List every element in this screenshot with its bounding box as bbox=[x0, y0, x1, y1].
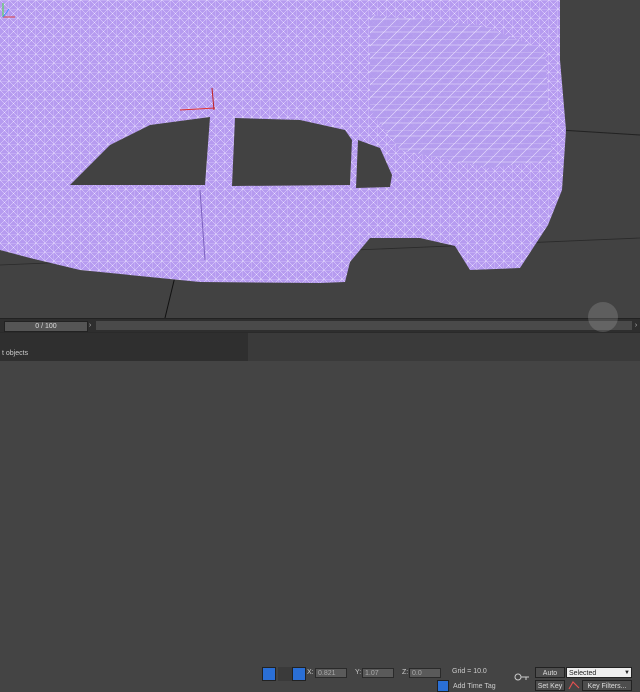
chevron-right-icon[interactable]: › bbox=[86, 322, 94, 330]
chevron-down-icon: ▼ bbox=[624, 670, 630, 676]
curve-icon[interactable] bbox=[568, 680, 580, 691]
axis-tripod-icon bbox=[2, 3, 15, 18]
key-mode-select[interactable]: Selected ▼ bbox=[566, 667, 632, 678]
time-slider-bar: 0 / 100 › › bbox=[0, 318, 640, 333]
z-coordinate-field[interactable]: 0.0 bbox=[409, 668, 441, 678]
grid-size-label: Grid = 10.0 bbox=[452, 668, 487, 675]
watermark-logo bbox=[588, 302, 618, 332]
car-wireframe-mesh bbox=[0, 0, 640, 318]
selection-status: t objects bbox=[2, 350, 29, 357]
absolute-mode-icon[interactable] bbox=[292, 667, 306, 681]
set-key-button[interactable]: Set Key bbox=[535, 680, 565, 691]
time-slider[interactable]: 0 / 100 bbox=[4, 321, 88, 332]
key-icon[interactable] bbox=[514, 672, 530, 682]
x-coordinate-field[interactable]: 0.821 bbox=[315, 668, 347, 678]
key-filters-button[interactable]: Key Filters... bbox=[582, 680, 632, 691]
track-bar[interactable] bbox=[96, 321, 632, 330]
selection-lock-icon[interactable] bbox=[262, 667, 276, 681]
prompt-area: t objects bbox=[0, 333, 248, 361]
z-label: Z: bbox=[402, 669, 409, 676]
x-label: X: bbox=[307, 669, 314, 676]
time-tag-icon[interactable] bbox=[437, 680, 449, 692]
y-label: Y: bbox=[355, 669, 362, 676]
perspective-viewport[interactable] bbox=[0, 0, 640, 318]
status-bar: t objects X: 0.821 Y: 1.07 Z: 0.0 Grid =… bbox=[0, 332, 640, 692]
lock-icon[interactable] bbox=[278, 667, 292, 681]
key-mode-value: Selected bbox=[569, 670, 597, 677]
y-coordinate-field[interactable]: 1.07 bbox=[362, 668, 394, 678]
chevron-right-icon[interactable]: › bbox=[632, 322, 640, 330]
auto-key-button[interactable]: Auto Key bbox=[535, 667, 565, 688]
frame-counter: 0 / 100 bbox=[35, 323, 57, 330]
add-time-tag-button[interactable]: Add Time Tag bbox=[453, 683, 496, 690]
